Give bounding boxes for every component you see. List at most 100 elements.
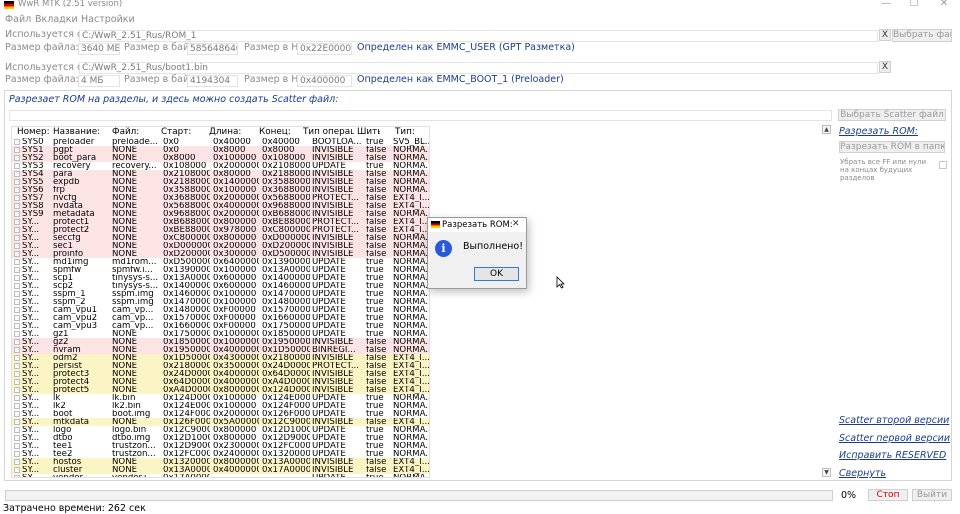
table-row[interactable]: SY...vendorvendor.i...0x17A00000 UPDATEtr… [12, 474, 429, 477]
minimize-button[interactable]: — [875, 0, 897, 9]
table-row[interactable]: SY... spmfw spmfw.i... 0x139000000x100000 0x… [12, 266, 429, 274]
row-checkbox[interactable] [14, 291, 20, 297]
menu-settings[interactable]: Настройки [81, 14, 135, 25]
menu-file[interactable]: Файл [5, 14, 31, 25]
table-row[interactable]: SY... seccfg NONE 0xC800000 0x800000 0xD00000… [12, 234, 429, 242]
table-row[interactable]: SYS4 para NONE 0x2108000 0x80000 0x2188000 INV… [12, 170, 429, 178]
collapse-link[interactable]: Свернуть [839, 468, 886, 479]
row-checkbox[interactable] [14, 443, 20, 449]
row-checkbox[interactable] [14, 219, 20, 225]
row-checkbox[interactable] [14, 147, 20, 153]
row-checkbox[interactable] [14, 235, 20, 241]
row-checkbox[interactable] [14, 243, 20, 249]
scatter-path-field[interactable] [9, 110, 832, 121]
dialog-close-icon[interactable]: ✕ [512, 219, 520, 229]
row-checkbox[interactable] [14, 363, 20, 369]
table-row[interactable]: SYS7 nvcfg NONE 0x3688000 0x2000000 0x5688000… [12, 194, 429, 202]
table-row[interactable]: SY... logo logo.bin 0x12C9000000x800000 0x12… [12, 426, 429, 434]
table-row[interactable]: SY... protect4 NONE 0x64D000000x40000000xA4… [12, 378, 429, 386]
row-checkbox[interactable] [14, 395, 20, 401]
table-row[interactable]: SY... sec1 NONE 0xD000000 0x200000 0xD200000 I… [12, 242, 429, 250]
source1-clear-button[interactable]: X [879, 29, 891, 41]
table-row[interactable]: SY... cam_vpu1 cam_vp... 0x148000000xF00000… [12, 306, 429, 314]
scatter-v1-link[interactable]: Scatter первой версии [839, 433, 950, 444]
table-row[interactable]: SY... boot boot.img 0x124F000000x20000000x1… [12, 410, 429, 418]
row-checkbox[interactable] [14, 307, 20, 313]
row-checkbox[interactable] [14, 475, 20, 477]
row-checkbox[interactable] [14, 435, 20, 441]
table-row[interactable]: SY... scp2 tinysys-s... 0x140000000x600000 0… [12, 282, 429, 290]
row-checkbox[interactable] [14, 267, 20, 273]
table-row[interactable]: SY... tee2 trustzon... 0x12FC000000x2400000… [12, 450, 429, 458]
exit-button[interactable]: Выйти [912, 489, 952, 501]
source1-path-field[interactable]: C:/WwR_2.51_Rus/ROM_1 [79, 30, 878, 42]
source2-path-field[interactable]: C:/WwR_2.51_Rus/boot1.bin [79, 62, 878, 74]
scatter-v2-link[interactable]: Scatter второй версии [839, 415, 949, 426]
row-checkbox[interactable] [14, 251, 20, 257]
table-row[interactable]: SY... gz1 NONE 0x175000000x10000000x1850000… [12, 330, 429, 338]
row-checkbox[interactable] [14, 379, 20, 385]
source2-clear-button[interactable]: X [879, 61, 891, 73]
row-checkbox[interactable] [14, 203, 20, 209]
table-row[interactable]: SY... cam_vpu2 cam_vp... 0x157000000xF00000… [12, 314, 429, 322]
table-row[interactable]: SY... persist NONE 0x218000000x35000000x24D… [12, 362, 429, 370]
table-row[interactable]: SYS9 metadata NONE 0x9688000 0x2000000 0xB688… [12, 210, 429, 218]
source1-browse-button[interactable]: Выбрать файл [892, 29, 952, 42]
table-row[interactable]: SY... sspm_2 sspm.img 0x147000000x100000 0x1… [12, 298, 429, 306]
table-row[interactable]: SY... protect2 NONE 0xBE88000 0x978000 0xC800… [12, 226, 429, 234]
table-row[interactable]: SYS1 pgpt NONE 0x0 0x8000 0x8000 INVISIBLE fals… [12, 146, 429, 154]
table-row[interactable]: SY... lk lk.bin 0x124D000000x100000 0x124E00… [12, 394, 429, 402]
table-row[interactable]: SYS3 recovery recovery... 0x108000 0x2000000… [12, 162, 429, 170]
row-checkbox[interactable] [14, 299, 20, 305]
row-checkbox[interactable] [14, 339, 20, 345]
row-checkbox[interactable] [14, 275, 20, 281]
table-row[interactable]: SY... cam_vpu3 cam_vp... 0x166000000xF00000… [12, 322, 429, 330]
row-checkbox[interactable] [14, 451, 20, 457]
row-checkbox[interactable] [14, 171, 20, 177]
row-checkbox[interactable] [14, 331, 20, 337]
row-checkbox[interactable] [14, 419, 20, 425]
row-checkbox[interactable] [14, 259, 20, 265]
row-checkbox[interactable] [14, 323, 20, 329]
row-checkbox[interactable] [14, 139, 20, 145]
row-checkbox[interactable] [14, 155, 20, 161]
table-row[interactable]: SY... odm2 NONE 0x1D5000000x43000000x218000… [12, 354, 429, 362]
table-row[interactable]: SY...clusterNONE0x13A000000x40000000x17A… [12, 466, 429, 474]
table-row[interactable]: SY... tee1 trustzon... 0x12D9000000x2300000… [12, 442, 429, 450]
row-checkbox[interactable] [14, 187, 20, 193]
strip-padding-checkbox[interactable] [939, 161, 947, 169]
row-checkbox[interactable] [14, 163, 20, 169]
menu-tabs[interactable]: Вкладки [35, 14, 78, 25]
table-row[interactable]: SY... lk2 lk2.bin 0x124E000000x100000 0x124F… [12, 402, 429, 410]
table-row[interactable]: SY... scp1 tinysys-s... 0x13A000000x600000 0… [12, 274, 429, 282]
row-checkbox[interactable] [14, 459, 20, 465]
table-row[interactable]: SY... gz2 NONE 0x185000000x10000000x1950000… [12, 338, 429, 346]
scroll-up-button[interactable]: ▲ [822, 125, 831, 134]
split-rom-link[interactable]: Разрезать ROM: [839, 126, 918, 137]
table-row[interactable]: SY... proinfo NONE 0xD200000 0x300000 0xD5000… [12, 250, 429, 258]
stop-button[interactable]: Стоп [868, 489, 908, 501]
table-row[interactable]: SYS5 expdb NONE 0x2188000 0x1400000 0x3588000… [12, 178, 429, 186]
table-row[interactable]: SY... dtbo dtbo.img 0x12D1000000x800000 0x12… [12, 434, 429, 442]
table-row[interactable]: SY... nvram NONE 0x195000000x40000000x1D500… [12, 346, 429, 354]
row-checkbox[interactable] [14, 403, 20, 409]
table-row[interactable]: SYS2 boot_para NONE 0x8000 0x100000 0x108000 I… [12, 154, 429, 162]
close-button[interactable]: ✕ [933, 0, 955, 9]
row-checkbox[interactable] [14, 227, 20, 233]
row-checkbox[interactable] [14, 427, 20, 433]
scroll-down-button[interactable]: ▼ [822, 468, 831, 477]
split-to-folder-button[interactable]: Разрезать ROM в папку. [839, 141, 945, 153]
row-checkbox[interactable] [14, 411, 20, 417]
table-row[interactable]: SYS0 preloader preloade... 0x0 0x40000 0x4000… [12, 138, 429, 146]
maximize-button[interactable]: ☐ [903, 0, 925, 9]
row-checkbox[interactable] [14, 195, 20, 201]
row-checkbox[interactable] [14, 347, 20, 353]
table-row[interactable]: SY... hostos NONE 0x132000000x80000000x13A0… [12, 458, 429, 466]
fix-reserved-link[interactable]: Исправить RESERVED [839, 450, 946, 461]
row-checkbox[interactable] [14, 467, 20, 473]
table-row[interactable]: SYS6 frp NONE 0x3588000 0x100000 0x3688000 INV… [12, 186, 429, 194]
table-row[interactable]: SYS8 nvdata NONE 0x5688000 0x4000000 0x968800… [12, 202, 429, 210]
row-checkbox[interactable] [14, 179, 20, 185]
table-row[interactable]: SY... protect3 NONE 0x24D000000x40000000x64… [12, 370, 429, 378]
table-row[interactable]: SY... mtkdata NONE 0x126F000000x5A000000x12… [12, 418, 429, 426]
